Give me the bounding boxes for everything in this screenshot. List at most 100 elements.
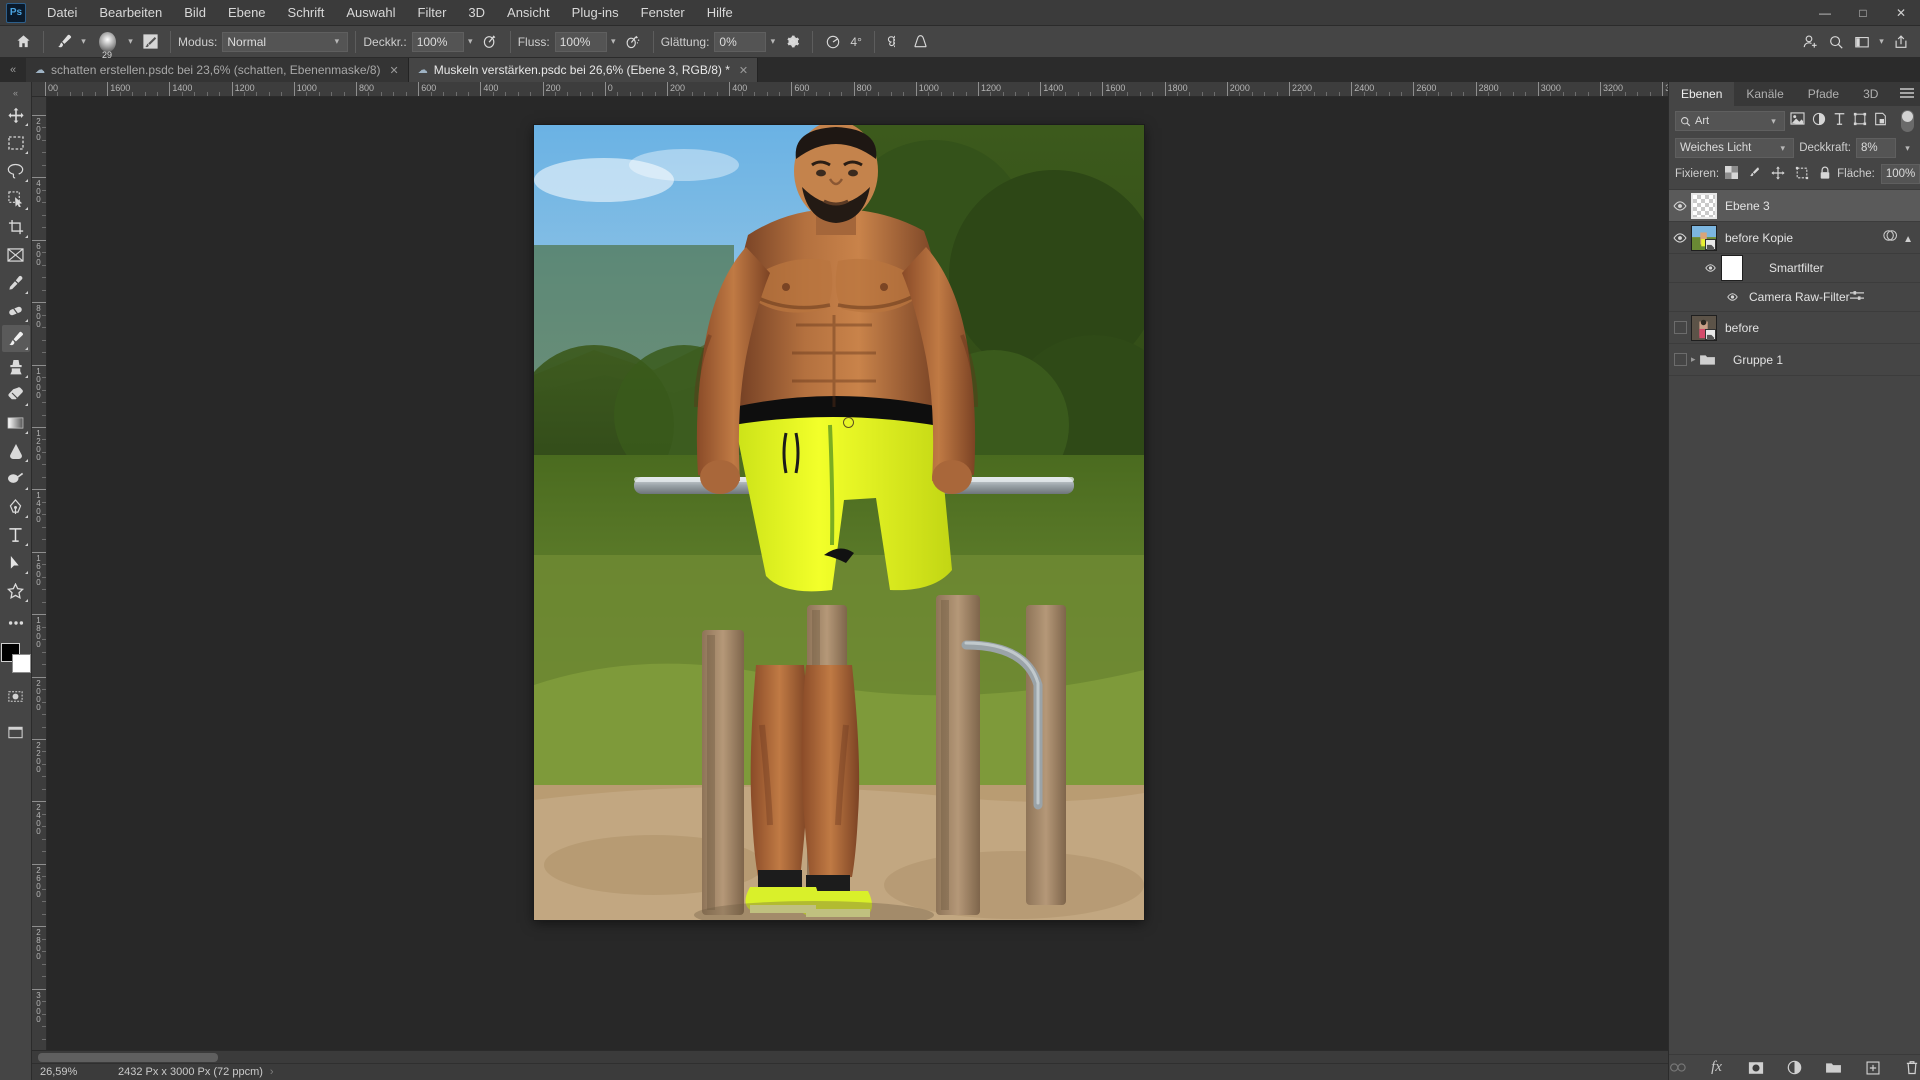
rectangular-marquee-tool[interactable] bbox=[2, 129, 30, 156]
layer-visibility-eye-icon[interactable] bbox=[1669, 200, 1691, 211]
layer-blend-mode-select[interactable]: Weiches Licht ▾ bbox=[1675, 138, 1795, 158]
layer-visibility-eye-icon[interactable] bbox=[1721, 293, 1743, 301]
add-layer-mask-icon[interactable] bbox=[1747, 1059, 1764, 1077]
chevron-down-icon[interactable]: ▾ bbox=[1875, 36, 1888, 47]
layer-thumbnail[interactable] bbox=[1691, 314, 1717, 341]
smart-object-filter-icon[interactable] bbox=[1874, 112, 1887, 131]
minimize-button[interactable]: — bbox=[1806, 0, 1844, 26]
brush-preset-preview[interactable]: 29 bbox=[90, 27, 124, 60]
smoothing-caret[interactable]: ▾ bbox=[766, 36, 779, 47]
quick-mask-icon[interactable] bbox=[2, 683, 30, 710]
screen-mode-icon[interactable] bbox=[2, 719, 30, 746]
tool-submenu-triangle-icon[interactable] bbox=[22, 291, 28, 294]
zoom-level[interactable]: 26,59% bbox=[40, 1066, 118, 1078]
color-swatches[interactable] bbox=[0, 643, 31, 673]
layer-opacity-caret[interactable]: ▾ bbox=[1901, 143, 1914, 154]
quick-selection-tool[interactable] bbox=[2, 185, 30, 212]
chevron-right-icon[interactable]: › bbox=[270, 1066, 274, 1078]
menu-item-bild[interactable]: Bild bbox=[173, 1, 217, 24]
menu-item-auswahl[interactable]: Auswahl bbox=[335, 1, 406, 24]
layer-name[interactable]: before Kopie bbox=[1725, 231, 1793, 245]
pixel-filter-icon[interactable] bbox=[1790, 112, 1805, 130]
new-adjustment-layer-icon[interactable] bbox=[1786, 1059, 1803, 1077]
layer-opacity-field[interactable]: 8% bbox=[1856, 138, 1896, 158]
flow-field[interactable]: 100% bbox=[554, 31, 607, 52]
dodge-tool[interactable] bbox=[2, 465, 30, 492]
crop-tool[interactable] bbox=[2, 213, 30, 240]
layer-row[interactable]: Ebene 3 bbox=[1669, 190, 1920, 222]
background-color-swatch[interactable] bbox=[11, 654, 31, 673]
double-chevron-icon[interactable]: « bbox=[0, 58, 26, 82]
menu-item-ebene[interactable]: Ebene bbox=[217, 1, 277, 24]
layer-visibility-eye-icon[interactable] bbox=[1669, 232, 1691, 243]
brush-preset-caret[interactable]: ▾ bbox=[124, 36, 137, 47]
layer-filter-select[interactable]: Art ▾ bbox=[1675, 111, 1785, 131]
gear-icon[interactable] bbox=[779, 29, 805, 55]
eyedropper-tool[interactable] bbox=[2, 269, 30, 296]
document-canvas[interactable] bbox=[534, 125, 1144, 920]
close-button[interactable]: ✕ bbox=[1882, 0, 1920, 26]
tool-submenu-triangle-icon[interactable] bbox=[22, 515, 28, 518]
smart-filter-badge-icon[interactable] bbox=[1883, 229, 1898, 247]
lasso-tool[interactable] bbox=[2, 157, 30, 184]
tool-submenu-triangle-icon[interactable] bbox=[22, 543, 28, 546]
tool-submenu-triangle-icon[interactable] bbox=[22, 403, 28, 406]
layer-visibility-eye-icon[interactable] bbox=[1699, 264, 1721, 272]
adjustment-filter-icon[interactable] bbox=[1812, 112, 1826, 131]
tool-submenu-triangle-icon[interactable] bbox=[22, 487, 28, 490]
brush-panel-toggle-icon[interactable] bbox=[137, 29, 163, 55]
panel-tab-pfade[interactable]: Pfade bbox=[1796, 82, 1851, 106]
angle-value[interactable]: 4° bbox=[850, 35, 861, 49]
custom-shape-tool[interactable] bbox=[2, 577, 30, 604]
layer-thumbnail[interactable] bbox=[1691, 192, 1717, 219]
close-tab-icon[interactable]: ✕ bbox=[739, 64, 748, 77]
document-tab-2[interactable]: ☁ Muskeln verstärken.psdc bei 26,6% (Eben… bbox=[408, 58, 759, 82]
layer-row[interactable]: before Kopie ▲ bbox=[1669, 222, 1920, 254]
lock-artboard-icon[interactable] bbox=[1795, 166, 1809, 183]
brush-tool-preset-caret[interactable]: ▾ bbox=[77, 36, 90, 47]
airbrush-icon[interactable] bbox=[620, 29, 646, 55]
layer-row[interactable]: before bbox=[1669, 312, 1920, 344]
scrollbar-thumb[interactable] bbox=[38, 1052, 218, 1062]
layer-row[interactable]: ▸ Gruppe 1 bbox=[1669, 344, 1920, 376]
horizontal-scrollbar[interactable] bbox=[32, 1050, 1668, 1063]
add-user-icon[interactable] bbox=[1797, 29, 1823, 55]
horizontal-ruler[interactable]: 00 1600 1400 1200 1000 800 600 400 200 0 200 400 600… bbox=[32, 82, 1668, 97]
menu-item-bearbeiten[interactable]: Bearbeiten bbox=[88, 1, 173, 24]
tool-submenu-triangle-icon[interactable] bbox=[22, 151, 28, 154]
new-layer-icon[interactable] bbox=[1864, 1059, 1881, 1077]
tool-submenu-triangle-icon[interactable] bbox=[22, 123, 28, 126]
pressure-opacity-icon[interactable] bbox=[477, 29, 503, 55]
filter-enable-toggle[interactable] bbox=[1901, 110, 1914, 132]
tool-submenu-triangle-icon[interactable] bbox=[22, 375, 28, 378]
brush-tool-icon[interactable] bbox=[51, 29, 77, 55]
gradient-tool[interactable] bbox=[2, 409, 30, 436]
tool-submenu-triangle-icon[interactable] bbox=[22, 571, 28, 574]
more-tools[interactable] bbox=[2, 609, 30, 636]
menu-item-filter[interactable]: Filter bbox=[407, 1, 458, 24]
layer-name[interactable]: Ebene 3 bbox=[1725, 199, 1770, 213]
tool-submenu-triangle-icon[interactable] bbox=[22, 179, 28, 182]
workspace-icon[interactable] bbox=[1849, 29, 1875, 55]
layer-name[interactable]: Smartfilter bbox=[1769, 261, 1824, 275]
chevron-up-icon[interactable]: ▲ bbox=[1903, 229, 1913, 247]
share-icon[interactable] bbox=[1888, 29, 1914, 55]
opacity-caret[interactable]: ▾ bbox=[464, 36, 477, 47]
clone-stamp-tool[interactable] bbox=[2, 353, 30, 380]
menu-item-3d[interactable]: 3D bbox=[457, 1, 496, 24]
delete-layer-icon[interactable] bbox=[1903, 1059, 1920, 1077]
lock-transparency-icon[interactable] bbox=[1725, 166, 1739, 182]
search-icon[interactable] bbox=[1823, 29, 1849, 55]
tablet-pressure-icon[interactable] bbox=[908, 29, 934, 55]
frame-tool[interactable] bbox=[2, 241, 30, 268]
layer-name[interactable]: before bbox=[1725, 321, 1759, 335]
layer-list[interactable]: Ebene 3 before Kopie ▲ Smartfilter Camera Ra… bbox=[1669, 189, 1920, 1054]
flow-caret[interactable]: ▾ bbox=[607, 36, 620, 47]
layer-row[interactable]: Smartfilter bbox=[1669, 254, 1920, 283]
document-tab-1[interactable]: ☁ schatten erstellen.psdc bei 23,6% (scha… bbox=[26, 58, 409, 82]
menu-item-ansicht[interactable]: Ansicht bbox=[496, 1, 561, 24]
tool-submenu-triangle-icon[interactable] bbox=[22, 347, 28, 350]
type-tool[interactable] bbox=[2, 521, 30, 548]
blend-mode-select[interactable]: Normal ▾ bbox=[222, 31, 349, 52]
home-icon[interactable] bbox=[10, 29, 36, 55]
